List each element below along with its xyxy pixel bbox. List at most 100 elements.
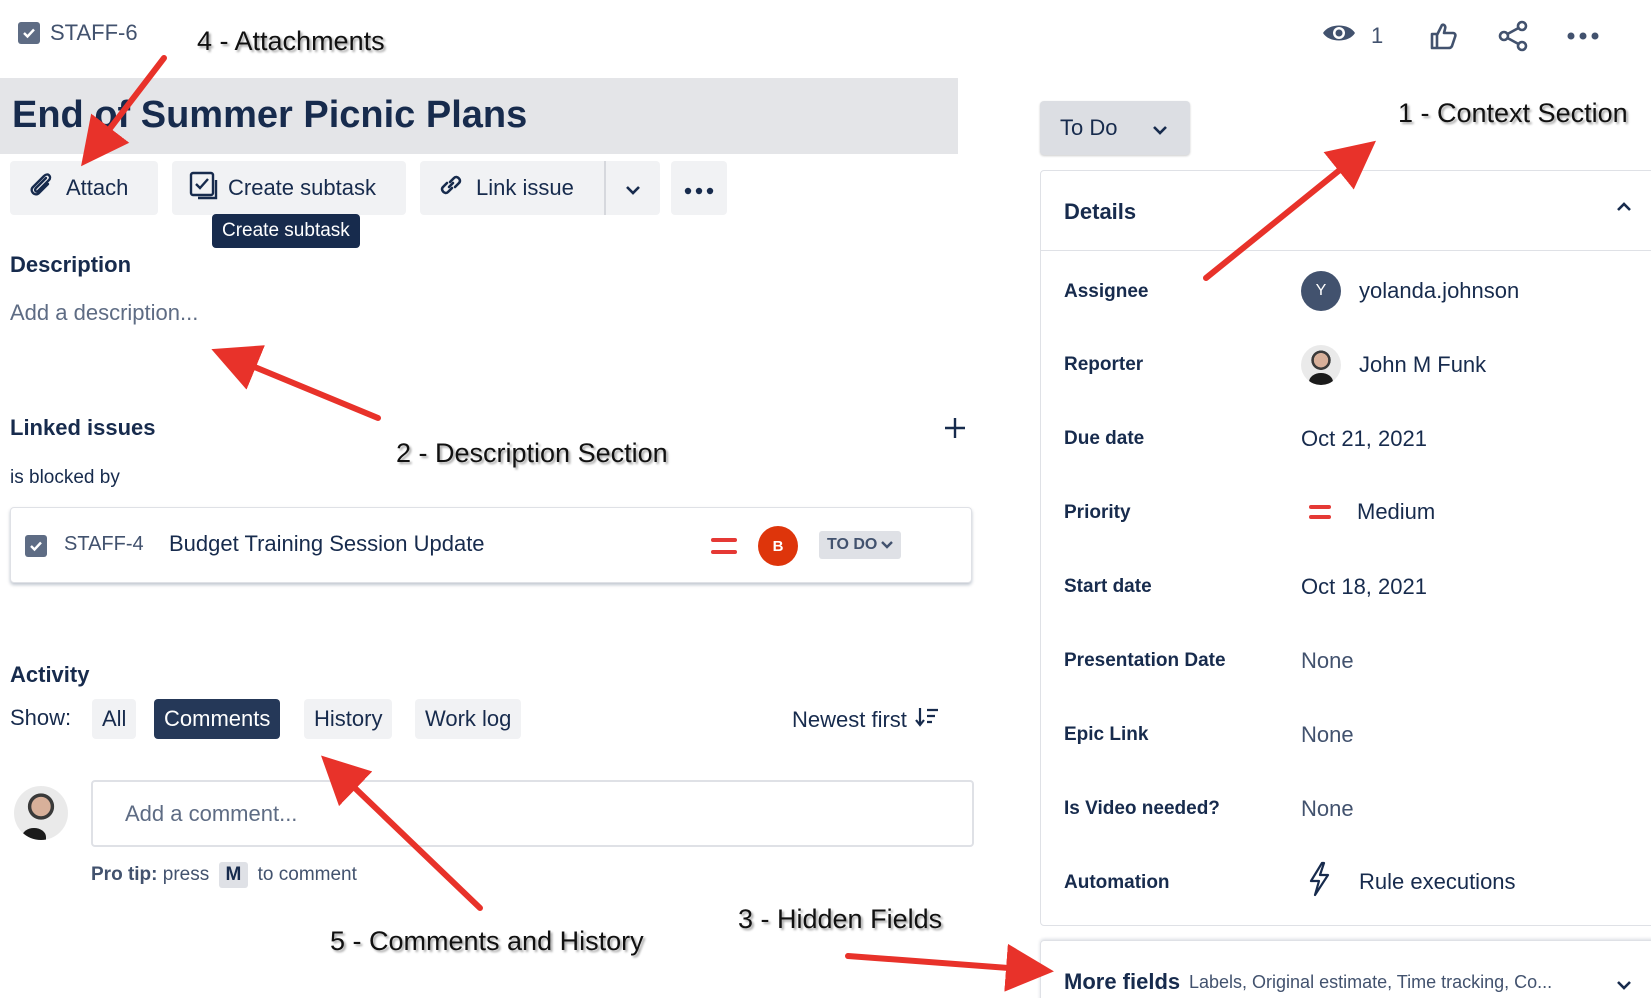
more-actions-icon[interactable] xyxy=(1565,18,1601,54)
linked-issues-heading: Linked issues xyxy=(10,415,156,440)
chevron-up-icon[interactable] xyxy=(1616,199,1632,217)
video-needed-value[interactable]: None xyxy=(1301,796,1354,822)
annotation-description: 2 - Description Section xyxy=(396,438,668,468)
issue-key-link[interactable]: STAFF-6 xyxy=(50,20,138,46)
create-subtask-button[interactable]: Create subtask xyxy=(172,161,406,215)
annotation-hidden-fields: 3 - Hidden Fields xyxy=(738,904,943,934)
thumbs-up-icon[interactable] xyxy=(1425,18,1461,54)
assignee-value[interactable]: Y yolanda.johnson xyxy=(1301,271,1519,311)
due-date-label: Due date xyxy=(1064,428,1145,449)
due-date-value[interactable]: Oct 21, 2021 xyxy=(1301,426,1427,452)
create-subtask-label: Create subtask xyxy=(228,175,376,200)
subtask-icon xyxy=(188,170,218,206)
activity-heading: Activity xyxy=(10,662,90,687)
annotation-comments: 5 - Comments and History xyxy=(330,926,644,956)
task-type-icon xyxy=(18,22,40,44)
more-toolbar-button[interactable] xyxy=(671,161,727,215)
link-issue-button[interactable]: Link issue xyxy=(420,161,604,215)
add-link-icon[interactable] xyxy=(943,416,967,445)
presentation-date-label: Presentation Date xyxy=(1064,650,1226,671)
show-label: Show: xyxy=(10,705,72,730)
attach-button[interactable]: Attach xyxy=(10,161,158,215)
sort-toggle[interactable]: Newest first xyxy=(792,706,939,734)
tooltip: Create subtask xyxy=(212,214,360,248)
pro-tip-suffix: to comment xyxy=(257,864,357,885)
status-label: TO DO xyxy=(827,536,878,553)
linked-issue-summary[interactable]: Budget Training Session Update xyxy=(169,531,485,557)
more-fields-section[interactable]: More fields Labels, Original estimate, T… xyxy=(1040,940,1651,998)
assignee-name: yolanda.johnson xyxy=(1359,278,1520,303)
assignee-avatar: Y xyxy=(1301,271,1341,311)
status-label: To Do xyxy=(1060,115,1118,140)
link-icon xyxy=(436,170,466,206)
issue-actions-bar: 1 xyxy=(1321,14,1651,58)
annotation-context: 1 - Context Section xyxy=(1398,98,1628,128)
issue-title[interactable]: End of Summer Picnic Plans xyxy=(12,94,527,137)
automation-value[interactable]: Rule executions xyxy=(1307,861,1516,903)
epic-link-value[interactable]: None xyxy=(1301,722,1354,748)
linked-issue-card[interactable]: STAFF-4 Budget Training Session Update B… xyxy=(10,507,972,583)
more-fields-summary: Labels, Original estimate, Time tracking… xyxy=(1189,972,1553,992)
details-header[interactable]: Details xyxy=(1041,171,1651,251)
breadcrumb[interactable]: STAFF-6 xyxy=(18,20,138,46)
link-issue-label: Link issue xyxy=(476,175,574,200)
video-needed-label: Is Video needed? xyxy=(1064,798,1220,819)
description-field[interactable]: Add a description... xyxy=(10,300,198,326)
paperclip-icon xyxy=(26,170,56,206)
filter-work-log[interactable]: Work log xyxy=(415,699,522,739)
filter-comments[interactable]: Comments xyxy=(154,699,281,739)
chevron-down-icon xyxy=(1152,115,1168,141)
comment-input[interactable]: Add a comment... xyxy=(91,780,974,847)
watch-button[interactable]: 1 xyxy=(1321,20,1383,51)
presentation-date-value[interactable]: None xyxy=(1301,648,1354,674)
sort-icon xyxy=(915,706,939,734)
details-panel: Details Assignee Y yolanda.johnson Repor… xyxy=(1040,170,1651,926)
filter-all[interactable]: All xyxy=(92,699,137,739)
priority-label: Priority xyxy=(1064,502,1131,523)
details-heading: Details xyxy=(1064,199,1137,224)
status-dropdown[interactable]: TO DO xyxy=(819,531,902,559)
assignee-avatar[interactable]: B xyxy=(758,526,798,566)
pro-tip-prefix: Pro tip: xyxy=(91,864,158,885)
status-dropdown-button[interactable]: To Do xyxy=(1040,101,1190,155)
description-heading: Description xyxy=(10,252,132,277)
pro-tip: Pro tip: press M to comment xyxy=(91,862,357,888)
pro-tip-press: press xyxy=(162,864,210,885)
priority-medium-icon xyxy=(711,538,737,554)
watch-count: 1 xyxy=(1371,22,1384,48)
link-issue-dropdown[interactable] xyxy=(606,161,660,215)
more-fields-label: More fields xyxy=(1064,969,1181,994)
current-user-avatar xyxy=(14,786,68,840)
chevron-down-icon xyxy=(881,541,894,549)
automation-label: Automation xyxy=(1064,872,1170,893)
reporter-label: Reporter xyxy=(1064,354,1144,375)
epic-link-label: Epic Link xyxy=(1064,724,1149,745)
chevron-down-icon xyxy=(625,175,641,201)
start-date-label: Start date xyxy=(1064,576,1152,597)
keyboard-shortcut: M xyxy=(218,862,249,888)
reporter-name: John M Funk xyxy=(1359,352,1487,377)
task-type-icon xyxy=(25,535,47,557)
eye-icon xyxy=(1321,20,1357,51)
annotation-attachments: 4 - Attachments xyxy=(197,26,385,56)
reporter-value[interactable]: John M Funk xyxy=(1301,345,1486,385)
sort-label: Newest first xyxy=(792,707,907,732)
chevron-down-icon[interactable] xyxy=(1616,977,1632,995)
arrow-description xyxy=(211,345,381,421)
lightning-icon xyxy=(1307,861,1331,903)
priority-value[interactable]: Medium xyxy=(1309,499,1435,525)
comment-placeholder: Add a comment... xyxy=(125,800,298,826)
link-relation-label: is blocked by xyxy=(10,467,120,488)
ellipsis-icon xyxy=(684,175,714,201)
reporter-avatar xyxy=(1301,345,1341,385)
filter-history[interactable]: History xyxy=(304,699,393,739)
share-icon[interactable] xyxy=(1495,18,1531,54)
start-date-value[interactable]: Oct 18, 2021 xyxy=(1301,574,1427,600)
arrow-hidden-fields xyxy=(845,943,1054,992)
linked-issue-key[interactable]: STAFF-4 xyxy=(64,533,144,556)
automation-text: Rule executions xyxy=(1359,869,1516,894)
assignee-label: Assignee xyxy=(1064,281,1149,302)
attach-label: Attach xyxy=(66,175,129,200)
priority-text: Medium xyxy=(1357,499,1436,524)
priority-medium-icon xyxy=(1309,505,1331,519)
